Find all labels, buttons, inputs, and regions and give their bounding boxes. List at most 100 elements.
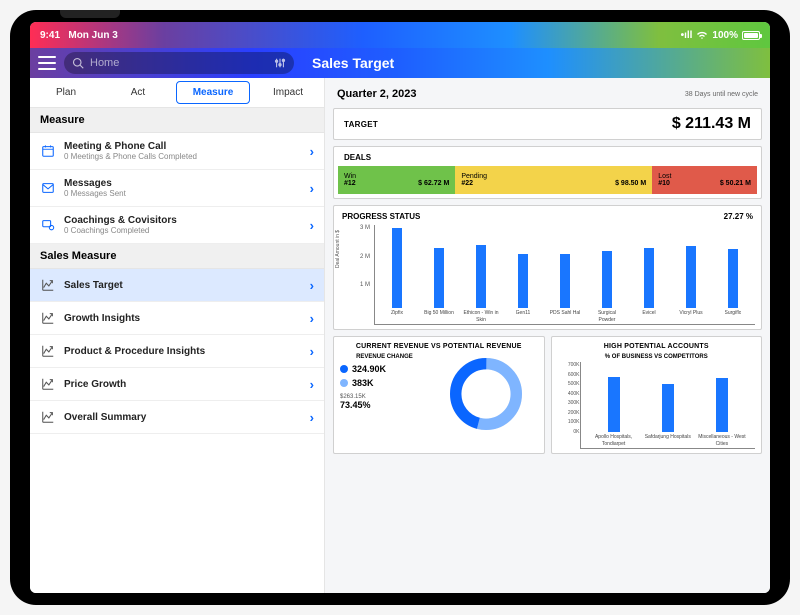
deal-segment-lost: Lost#10$ 50.21 M — [652, 166, 757, 194]
search-box[interactable] — [64, 52, 294, 74]
calendar-icon — [40, 143, 56, 159]
bar-label: Surgiflo — [725, 310, 742, 324]
sidebar-item-overall-summary[interactable]: Overall Summary› — [30, 401, 324, 434]
donut-chart — [446, 354, 526, 434]
accounts-sub: % OF BUSINESS VS COMPETITORS — [558, 354, 756, 362]
item-title: Price Growth — [64, 379, 302, 390]
bar-label: Vicryl Plus — [679, 310, 702, 324]
bar-rect — [476, 245, 486, 308]
tablet-frame: 9:41 Mon Jun 3 •ıll 100% Sales Target Pl… — [10, 10, 790, 605]
progress-pct: 27.27 % — [724, 212, 753, 221]
deals-row: Win#12$ 62.72 MPending#22$ 98.50 MLost#1… — [338, 166, 757, 194]
tab-plan[interactable]: Plan — [30, 78, 102, 107]
dot-icon — [340, 379, 348, 387]
bar-rect — [560, 254, 570, 308]
coach-icon — [40, 217, 56, 233]
main-content: Quarter 2, 2023 38 Days until new cycle … — [325, 78, 770, 593]
deals-card: DEALS Win#12$ 62.72 MPending#22$ 98.50 M… — [333, 146, 762, 199]
item-title: Product & Procedure Insights — [64, 346, 302, 357]
sidebar-item-growth-insights[interactable]: Growth Insights › — [30, 302, 324, 335]
item-sub: 0 Messages Sent — [64, 189, 302, 198]
chevron-right-icon: › — [310, 311, 314, 326]
accounts-card: HIGH POTENTIAL ACCOUNTS % OF BUSINESS VS… — [551, 336, 763, 454]
bar: Gen11 — [505, 254, 541, 324]
battery-icon — [742, 31, 760, 40]
sidebar-item-price-growth[interactable]: Price Growth › — [30, 368, 324, 401]
revenue-legend: REVENUE CHANGE 324.90K 383K $263.15K 73.… — [340, 354, 429, 434]
tab-act[interactable]: Act — [102, 78, 174, 107]
bar-rect — [686, 246, 696, 308]
mini-bar-label: Apollo Hospitals, Tondiarpet — [587, 434, 641, 448]
accounts-chart: % OF BUSINESS VS COMPETITORS 700K600K500… — [558, 354, 756, 449]
y-axis: Deal Amount in $ 3 M 2 M 1 M — [340, 225, 370, 325]
item-title: Growth Insights — [64, 313, 302, 324]
bar: Surgical Powder — [589, 251, 625, 324]
bar: Surgiflo — [715, 249, 751, 324]
item-title: Sales Target — [64, 280, 302, 291]
bar: Vicryl Plus — [673, 246, 709, 324]
menu-button[interactable] — [38, 56, 56, 70]
sidebar-item-meeting-phone-call[interactable]: Meeting & Phone Call0 Meetings & Phone C… — [30, 133, 324, 170]
body: PlanActMeasureImpact Measure Meeting & Ph… — [30, 78, 770, 593]
page-title: Sales Target — [302, 55, 762, 71]
wifi-icon — [696, 30, 708, 40]
mini-y-axis: 700K600K500K400K300K200K100K0K — [558, 362, 580, 449]
accounts-title: HIGH POTENTIAL ACCOUNTS — [558, 341, 756, 354]
sidebar-item-coachings-covisitors[interactable]: Coachings & Covisitors0 Coachings Comple… — [30, 207, 324, 244]
mini-bar-label: Miscellaneous - West Cities — [695, 434, 749, 448]
bar-rect — [518, 254, 528, 308]
chart-icon — [40, 376, 56, 392]
deal-segment-pending: Pending#22$ 98.50 M — [455, 166, 652, 194]
bar: Zipfix — [379, 228, 415, 324]
quarter-label: Quarter 2, 2023 — [337, 88, 417, 100]
donut-wrap — [435, 354, 538, 434]
bar-label: Ethicon - Win in Skin — [463, 310, 499, 324]
mini-bars: Apollo Hospitals, Tondiarpet Safdarjung H… — [580, 362, 756, 449]
progress-card: PROGRESS STATUS 27.27 % Deal Amount in $… — [333, 205, 762, 330]
search-input[interactable] — [90, 57, 268, 69]
item-title: Coachings & Covisitors — [64, 215, 302, 226]
tab-bar: PlanActMeasureImpact — [30, 78, 324, 108]
quarter-sub: 38 Days until new cycle — [685, 91, 758, 98]
target-value: $ 211.43 M — [672, 115, 751, 133]
item-sub: 0 Meetings & Phone Calls Completed — [64, 152, 302, 161]
chart-icon — [40, 310, 56, 326]
sidebar-item-product-procedure-insights[interactable]: Product & Procedure Insights› — [30, 335, 324, 368]
bars-area: Zipfix Big 50 Million Ethicon - Win in Ski… — [374, 225, 755, 325]
status-date: Mon Jun 3 — [68, 30, 117, 41]
revenue-item-1: 324.90K — [340, 364, 429, 374]
sidebar-item-sales-target[interactable]: Sales Target › — [30, 269, 324, 302]
revenue-item-2: 383K — [340, 378, 429, 388]
item-title: Messages — [64, 178, 302, 189]
status-bar: 9:41 Mon Jun 3 •ıll 100% — [30, 22, 770, 48]
tab-impact[interactable]: Impact — [252, 78, 324, 107]
bar: Big 50 Million — [421, 248, 457, 324]
mini-bar: Safdarjung Hospitals — [641, 384, 695, 448]
revenue-footer: $263.15K 73.45% — [340, 392, 429, 410]
revenue-sub: REVENUE CHANGE — [340, 354, 429, 360]
mini-bar-label: Safdarjung Hospitals — [645, 434, 691, 448]
chevron-right-icon: › — [310, 377, 314, 392]
revenue-title: CURRENT REVENUE VS POTENTIAL REVENUE — [340, 341, 538, 354]
bar: Evicel — [631, 248, 667, 324]
chevron-right-icon: › — [310, 410, 314, 425]
camera-notch — [60, 10, 120, 18]
chevron-right-icon: › — [310, 278, 314, 293]
chart-icon — [40, 277, 56, 293]
bar-rect — [392, 228, 402, 308]
tab-measure[interactable]: Measure — [176, 81, 250, 104]
progress-label: PROGRESS STATUS — [342, 212, 420, 221]
bar-label: Surgical Powder — [589, 310, 625, 324]
filter-icon[interactable] — [274, 57, 286, 69]
bar-label: PDS Sahl Hal — [550, 310, 581, 324]
section-header: Sales Measure — [30, 244, 324, 269]
bar-label: Big 50 Million — [424, 310, 454, 324]
progress-chart: Deal Amount in $ 3 M 2 M 1 M Zipfix Big 5… — [340, 225, 755, 325]
status-left: 9:41 Mon Jun 3 — [40, 30, 118, 41]
quarter-row: Quarter 2, 2023 38 Days until new cycle — [333, 86, 762, 102]
bottom-row: CURRENT REVENUE VS POTENTIAL REVENUE REV… — [333, 336, 762, 454]
chevron-right-icon: › — [310, 144, 314, 159]
sidebar-item-messages[interactable]: Messages0 Messages Sent› — [30, 170, 324, 207]
search-icon — [72, 57, 84, 69]
target-label: TARGET — [344, 120, 378, 129]
